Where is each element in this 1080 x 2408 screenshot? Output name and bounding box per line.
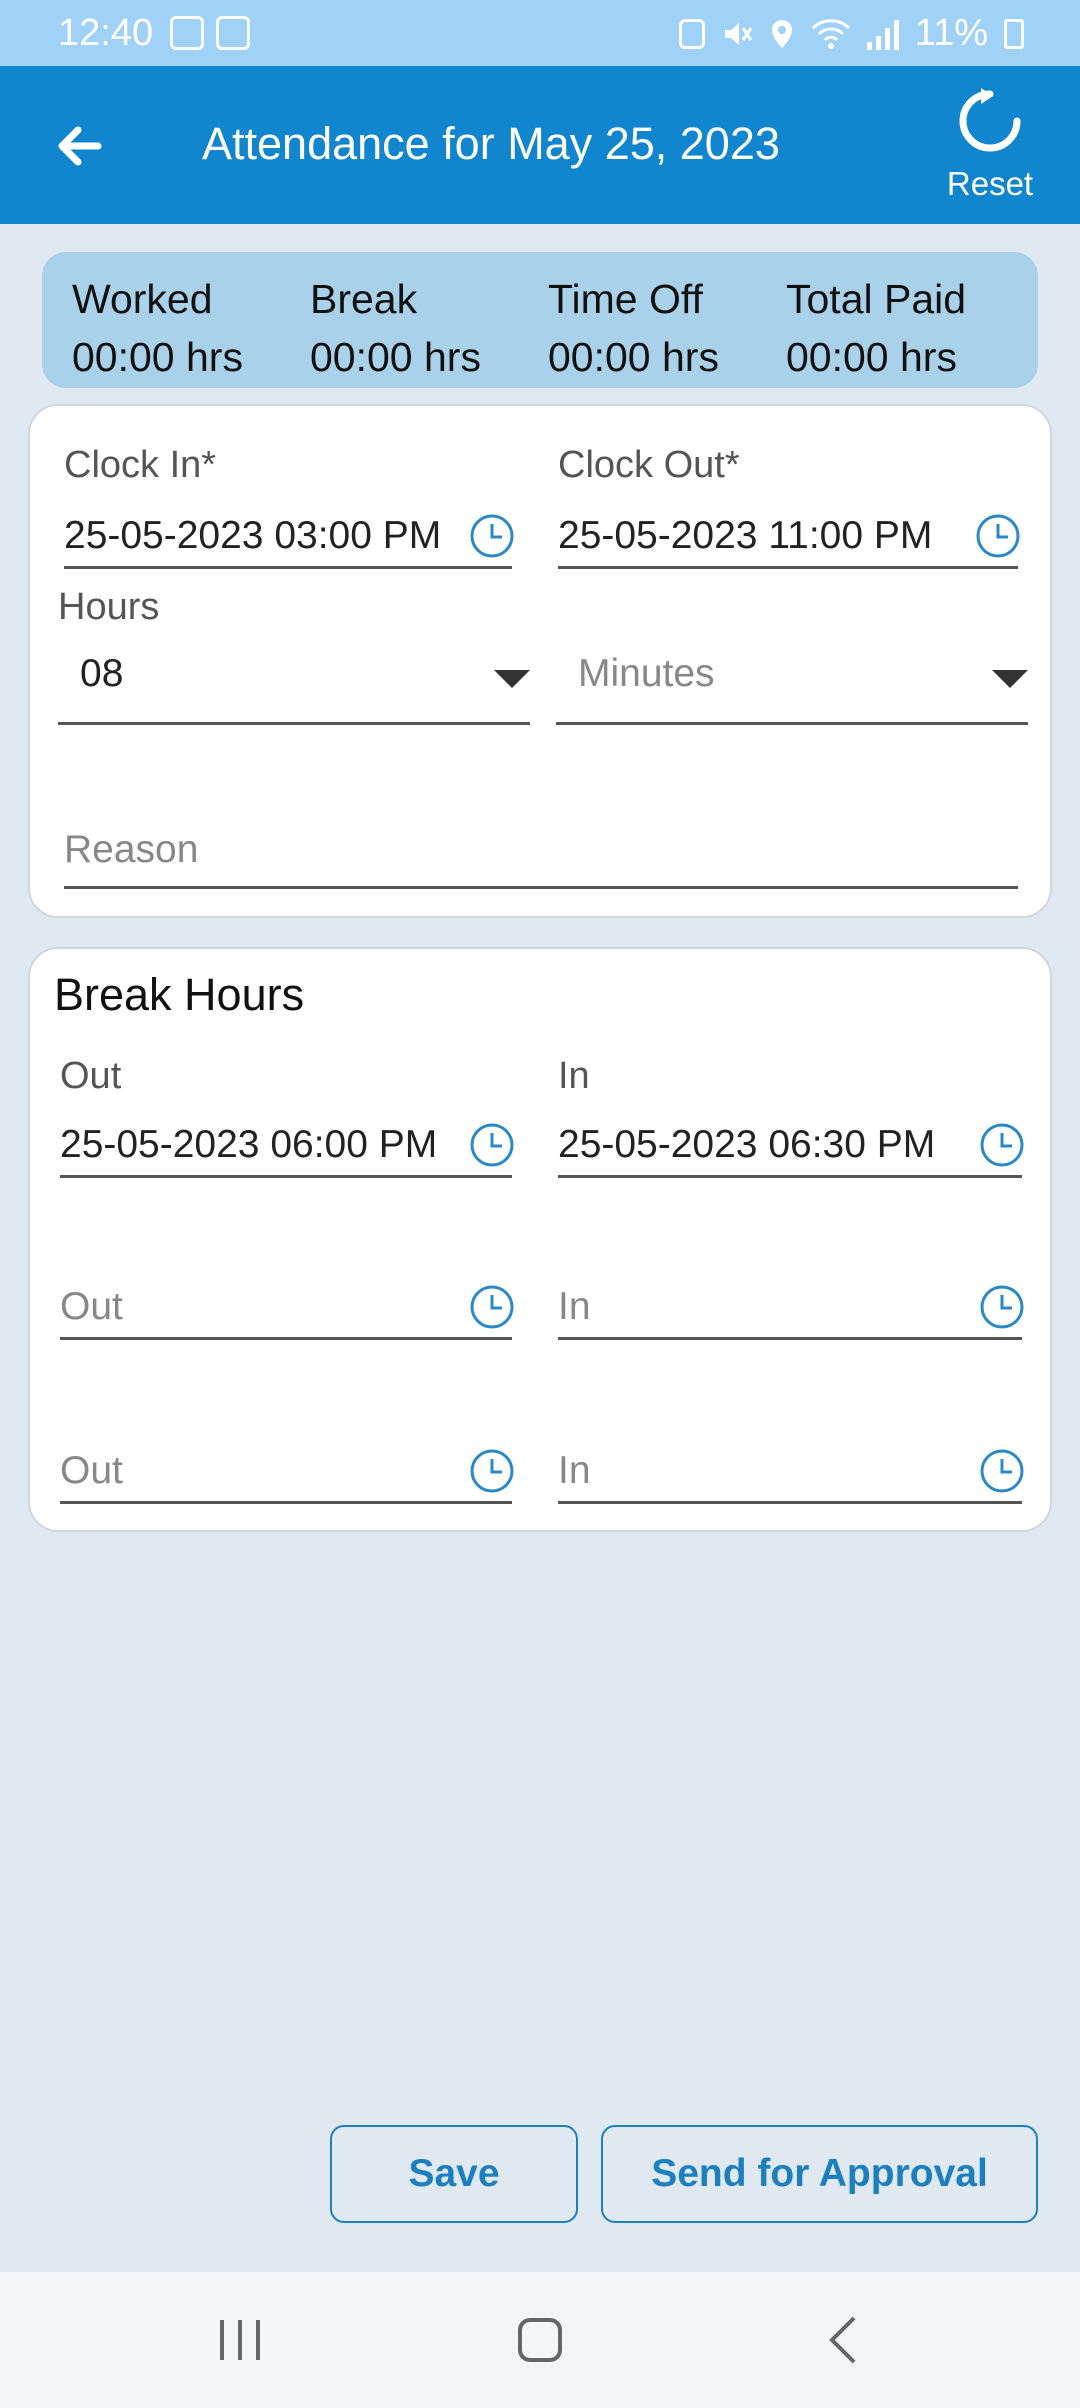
minutes-select[interactable]: Minutes	[578, 652, 715, 696]
clock-icon[interactable]	[978, 1121, 1026, 1169]
break-in-label: In	[558, 1055, 590, 1097]
clock-out-field[interactable]: 25-05-2023 11:00 PM	[558, 514, 932, 558]
summary-value: 00:00 hrs	[786, 334, 957, 380]
status-bar: 12:40 11%	[0, 0, 1080, 66]
clock-icon[interactable]	[468, 512, 516, 560]
hours-underline	[58, 722, 530, 725]
summary-break: Break 00:00 hrs	[310, 270, 481, 386]
clock-in-label: Clock In*	[64, 444, 217, 486]
send-for-approval-button[interactable]: Send for Approval	[601, 2125, 1038, 2223]
sync-icon	[678, 18, 705, 49]
summary-value: 00:00 hrs	[72, 334, 243, 380]
break-hours-title: Break Hours	[54, 969, 305, 1020]
summary-label: Total Paid	[786, 276, 967, 322]
status-left-icons	[170, 16, 250, 50]
back-button[interactable]	[50, 116, 110, 176]
hours-select[interactable]: 08	[80, 652, 123, 696]
summary-time-off: Time Off 00:00 hrs	[548, 270, 719, 386]
break-in-field-3[interactable]: In	[558, 1449, 591, 1493]
clock-out-underline	[558, 566, 1018, 569]
clock-out-label: Clock Out*	[558, 444, 740, 486]
summary-value: 00:00 hrs	[310, 334, 481, 380]
clock-in-underline	[64, 566, 512, 569]
arrow-left-icon	[58, 126, 102, 166]
break-in-underline	[558, 1337, 1022, 1340]
reset-label: Reset	[946, 165, 1034, 202]
break-out-underline	[60, 1175, 512, 1178]
back-nav-icon[interactable]	[804, 2308, 884, 2372]
signal-icon	[866, 18, 899, 50]
wifi-icon	[811, 18, 850, 49]
break-out-underline	[60, 1337, 512, 1340]
break-out-label: Out	[60, 1055, 122, 1097]
clock-card: Clock In* 25-05-2023 03:00 PM Clock Out*…	[28, 404, 1052, 918]
break-out-field-1[interactable]: 25-05-2023 06:00 PM	[60, 1123, 437, 1167]
reason-underline	[64, 886, 1018, 889]
reason-input[interactable]: Reason	[64, 828, 198, 872]
image-icon	[216, 16, 250, 50]
minutes-underline	[556, 722, 1028, 725]
break-in-underline	[558, 1175, 1022, 1178]
clock-icon[interactable]	[978, 1283, 1026, 1331]
mute-icon	[724, 22, 752, 45]
save-button[interactable]: Save	[330, 2125, 578, 2223]
summary-label: Break	[310, 276, 418, 322]
location-icon	[771, 19, 792, 48]
clock-icon[interactable]	[468, 1447, 516, 1495]
app-bar: Attendance for May 25, 2023 Reset	[0, 66, 1080, 224]
battery-percent: 11%	[914, 12, 988, 54]
hours-label: Hours	[58, 586, 160, 628]
break-out-field-2[interactable]: Out	[60, 1285, 123, 1329]
break-out-field-3[interactable]: Out	[60, 1449, 123, 1493]
status-right-icons: 11%	[678, 12, 1024, 55]
chevron-down-icon[interactable]	[992, 670, 1028, 688]
page-title: Attendance for May 25, 2023	[202, 118, 780, 169]
clock-icon[interactable]	[974, 512, 1022, 560]
clock-icon[interactable]	[468, 1283, 516, 1331]
usb-icon	[170, 16, 204, 50]
system-nav-bar	[0, 2272, 1080, 2408]
break-in-field-2[interactable]: In	[558, 1285, 591, 1329]
status-time: 12:40	[58, 12, 154, 54]
chevron-down-icon[interactable]	[494, 670, 530, 688]
battery-icon	[1004, 18, 1024, 49]
summary-panel: Worked 00:00 hrs Break 00:00 hrs Time Of…	[42, 252, 1038, 388]
summary-value: 00:00 hrs	[548, 334, 719, 380]
summary-total-paid: Total Paid 00:00 hrs	[786, 270, 966, 386]
clock-icon[interactable]	[468, 1121, 516, 1169]
summary-label: Time Off	[548, 276, 703, 322]
break-hours-card: Break Hours Out In 25-05-2023 06:00 PM 2…	[28, 947, 1052, 1532]
recent-apps-icon[interactable]	[200, 2308, 280, 2372]
clock-icon[interactable]	[978, 1447, 1026, 1495]
summary-label: Worked	[72, 276, 213, 322]
break-in-underline	[558, 1501, 1022, 1504]
summary-worked: Worked 00:00 hrs	[72, 270, 243, 386]
refresh-icon	[959, 88, 1021, 152]
home-icon[interactable]	[500, 2308, 580, 2372]
clock-in-field[interactable]: 25-05-2023 03:00 PM	[64, 514, 441, 558]
reset-button[interactable]: Reset	[920, 86, 1060, 203]
break-in-field-1[interactable]: 25-05-2023 06:30 PM	[558, 1123, 935, 1167]
break-out-underline	[60, 1501, 512, 1504]
